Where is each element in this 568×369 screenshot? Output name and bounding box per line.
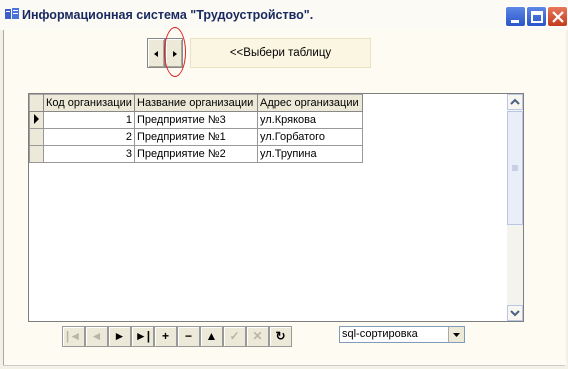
highlight-annotation-oval [164,27,186,77]
current-row-indicator [29,111,44,129]
scroll-thumb[interactable] [507,111,523,225]
table-row[interactable]: 3 Предприятие №2 ул.Трупина [29,145,363,163]
prior-icon: ◄ [90,329,103,343]
edit-record-button[interactable]: ▲ [200,326,223,347]
row-indicator [29,145,44,163]
last-record-button[interactable]: ►| [131,326,154,347]
cell-code[interactable]: 2 [43,128,135,146]
cell-code[interactable]: 1 [43,111,135,129]
cell-code[interactable]: 3 [43,145,135,163]
app-icon [5,8,19,19]
grip-icon [512,165,518,171]
chevron-down-icon [510,310,520,317]
chevron-down-icon [453,333,460,337]
table-row[interactable]: 2 Предприятие №1 ул.Горбатого [29,128,363,146]
cell-name[interactable]: Предприятие №1 [134,128,258,146]
current-row-icon [34,113,39,124]
minus-icon: − [184,329,192,343]
window-title: Информационная система "Трудоустройство"… [22,8,314,22]
first-icon: |◄ [65,329,82,343]
grid-vertical-scrollbar[interactable] [507,94,523,321]
post-record-button[interactable]: ✓ [223,326,246,347]
column-header-name[interactable]: Название организации [134,94,258,112]
next-record-button[interactable]: ► [108,326,131,347]
scroll-down-button[interactable] [507,305,523,321]
refresh-button[interactable]: ↻ [269,326,292,347]
scroll-up-button[interactable] [507,94,523,110]
column-header-address[interactable]: Адрес организации [257,94,363,112]
plus-icon: + [161,329,169,343]
title-bar[interactable]: Информационная система "Трудоустройство"… [0,0,568,30]
check-icon: ✓ [229,329,240,343]
grid-header-row: Код организации Название организации Адр… [29,94,363,112]
arrow-left-icon [154,51,158,57]
sort-selected-value: sql-сортировка [342,328,418,340]
indicator-header [29,94,44,112]
chevron-up-icon [510,98,520,105]
cell-address[interactable]: ул.Горбатого [257,128,363,146]
first-record-button[interactable]: |◄ [62,326,85,347]
insert-record-button[interactable]: + [154,326,177,347]
minimize-button[interactable] [505,6,526,27]
cancel-edit-button[interactable]: ✕ [246,326,269,347]
prior-record-button[interactable]: ◄ [85,326,108,347]
close-button[interactable] [547,6,568,27]
previous-table-button[interactable] [147,38,165,68]
last-icon: ►| [134,329,151,343]
window-bottom-border [3,365,565,366]
cell-name[interactable]: Предприятие №2 [134,145,258,163]
refresh-icon: ↻ [275,329,286,343]
cancel-icon: ✕ [252,329,263,343]
table-row[interactable]: 1 Предприятие №3 ул.Крякова [29,111,363,129]
delete-record-button[interactable]: − [177,326,200,347]
main-window: Информационная система "Трудоустройство"… [0,0,568,369]
organizations-grid[interactable]: Код организации Название организации Адр… [28,93,524,322]
column-header-code[interactable]: Код организации [43,94,135,112]
grid-table: Код организации Название организации Адр… [29,94,363,163]
dropdown-button[interactable] [448,327,464,342]
choose-table-label: <<Выбери таблицу [190,38,371,68]
next-icon: ► [113,329,126,343]
cell-address[interactable]: ул.Трупина [257,145,363,163]
sort-select[interactable]: sql-сортировка [339,326,465,343]
cell-name[interactable]: Предприятие №3 [134,111,258,129]
row-indicator [29,128,44,146]
cell-address[interactable]: ул.Крякова [257,111,363,129]
edit-icon: ▲ [205,329,218,343]
maximize-button[interactable] [526,6,547,27]
